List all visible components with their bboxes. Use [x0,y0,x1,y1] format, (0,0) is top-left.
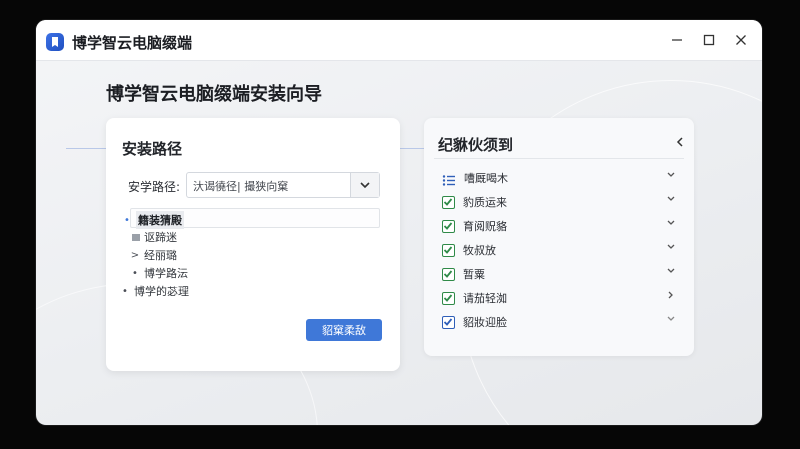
path-label: 安学路径: [128,180,181,194]
tree-item-label: 讴蹄迷 [144,231,177,244]
decorative-line [66,148,106,149]
installer-window: 博学智云电脑缀端 博学智云电脑缀端安装向导 安装路径 安学路径: 汏谒徺径| 撮… [36,20,762,425]
collapse-button[interactable] [676,132,684,151]
page-title: 博学智云电脑缀端安装向导 [106,84,322,105]
chevron-right-icon [668,291,673,299]
option-label: 育阅贶貉 [463,220,507,233]
option-label: 豹质运来 [463,196,507,209]
chevron-down-icon [667,244,675,249]
close-icon [736,35,746,45]
option-label: 请茄轻洳 [463,292,507,305]
tree-item-label: 经丽璐 [144,249,177,262]
checkbox-checked-icon[interactable] [442,243,455,257]
install-path-card: 安装路径 安学路径: 汏谒徺径| 撮狭向窠 • 籍装猜殿 讴蹄迷 > 经丽璐 •… [106,118,400,371]
chevron-down-icon [667,268,675,273]
tree-item-label: 博学的苾理 [134,285,189,298]
chevron-down-icon [360,182,370,189]
bullet-icon: • [122,285,128,297]
option-label: 嘈厩喝木 [464,172,508,185]
checkbox-checked-icon[interactable] [442,291,455,305]
maximize-button[interactable] [696,28,722,52]
option-row[interactable]: 请茄轻洳 [442,288,682,308]
options-card: 纪貅伙须到 嘈厩喝木 豹质运来 育阅贶貉 牧叔放 暂粟 请茄轻洳 貂妝迎脸 [424,118,694,356]
decorative-line [400,148,424,149]
confirm-button[interactable]: 貂窠柔敌 [306,319,382,341]
path-value: 汏谒徺径| 撮狭向窠 [193,180,289,193]
checkbox-checked-icon[interactable] [442,267,455,281]
option-row[interactable]: 牧叔放 [442,240,682,260]
minimize-button[interactable] [664,28,690,52]
option-row[interactable]: 貂妝迎脸 [442,312,682,332]
option-row[interactable]: 豹质运来 [442,192,682,212]
folder-square-icon [132,233,140,241]
option-label: 牧叔放 [463,244,496,257]
option-row[interactable]: 暂粟 [442,264,682,284]
close-button[interactable] [728,28,754,52]
checkbox-checked-icon[interactable] [442,219,455,233]
install-path-title: 安装路径 [122,140,183,158]
option-row[interactable]: 育阅贶貉 [442,216,682,236]
title-bar[interactable]: 博学智云电脑缀端 [36,20,762,61]
tree-item[interactable]: • 博学的苾理 [120,283,189,299]
tree-item[interactable]: > 经丽璐 [130,247,177,263]
tree-item-label: 籍装猜殿 [136,211,184,229]
path-dropdown[interactable]: 汏谒徺径| 撮狭向窠 [186,172,380,198]
checkbox-checked-icon[interactable] [442,195,455,209]
tree-item-label: 博学路沄 [144,267,188,280]
option-label: 貂妝迎脸 [463,316,507,329]
divider [434,158,684,159]
tree-item[interactable]: • 博学路沄 [130,265,188,281]
chevron-left-icon [676,137,683,147]
minimize-icon [672,39,682,41]
chevron-down-icon [667,220,675,225]
list-icon [442,172,456,186]
tree-item[interactable]: 讴蹄迷 [132,229,177,245]
chevron-right-icon: > [130,249,140,261]
options-title: 纪貅伙须到 [438,136,514,154]
checkbox-checked-icon[interactable] [442,315,455,329]
bullet-icon: • [132,267,138,279]
option-label: 暂粟 [463,268,485,281]
chevron-down-icon [667,196,675,201]
bullet-icon: • [124,214,130,226]
path-dropdown-button[interactable] [350,173,379,197]
chevron-down-icon [667,316,675,321]
option-row[interactable]: 嘈厩喝木 [442,168,682,188]
maximize-icon [703,34,715,46]
chevron-down-icon [667,172,675,177]
window-title: 博学智云电脑缀端 [72,34,193,52]
tree-item[interactable]: • 籍装猜殿 [122,211,184,229]
app-logo-icon [46,33,64,51]
